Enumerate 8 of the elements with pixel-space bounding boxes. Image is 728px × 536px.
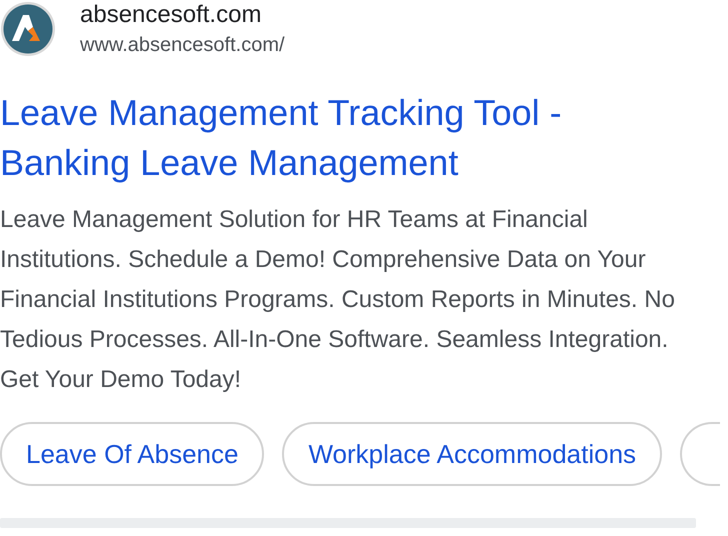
site-url: www.absencesoft.com/: [80, 33, 285, 58]
sitelink-chip[interactable]: Leave Of Absence: [0, 422, 264, 486]
result-title-link[interactable]: Leave Management Tracking Tool - Banking Leave Management: [0, 88, 680, 188]
site-logo: [0, 1, 56, 57]
chip-edge[interactable]: [680, 422, 720, 486]
result-description: Leave Management Solution for HR Teams at Financial Institutions. Schedule a Demo! Comprehensive Data on Your Financial Institutions Programs. Custom Reports in Minutes. No Tedious Processes. All-In-One Software. Seamless Integration. Get Your Demo Today!: [0, 205, 676, 395]
site-name: absencesoft.com: [80, 0, 262, 30]
sitelink-chip[interactable]: Workplace Accommodations: [282, 422, 662, 486]
